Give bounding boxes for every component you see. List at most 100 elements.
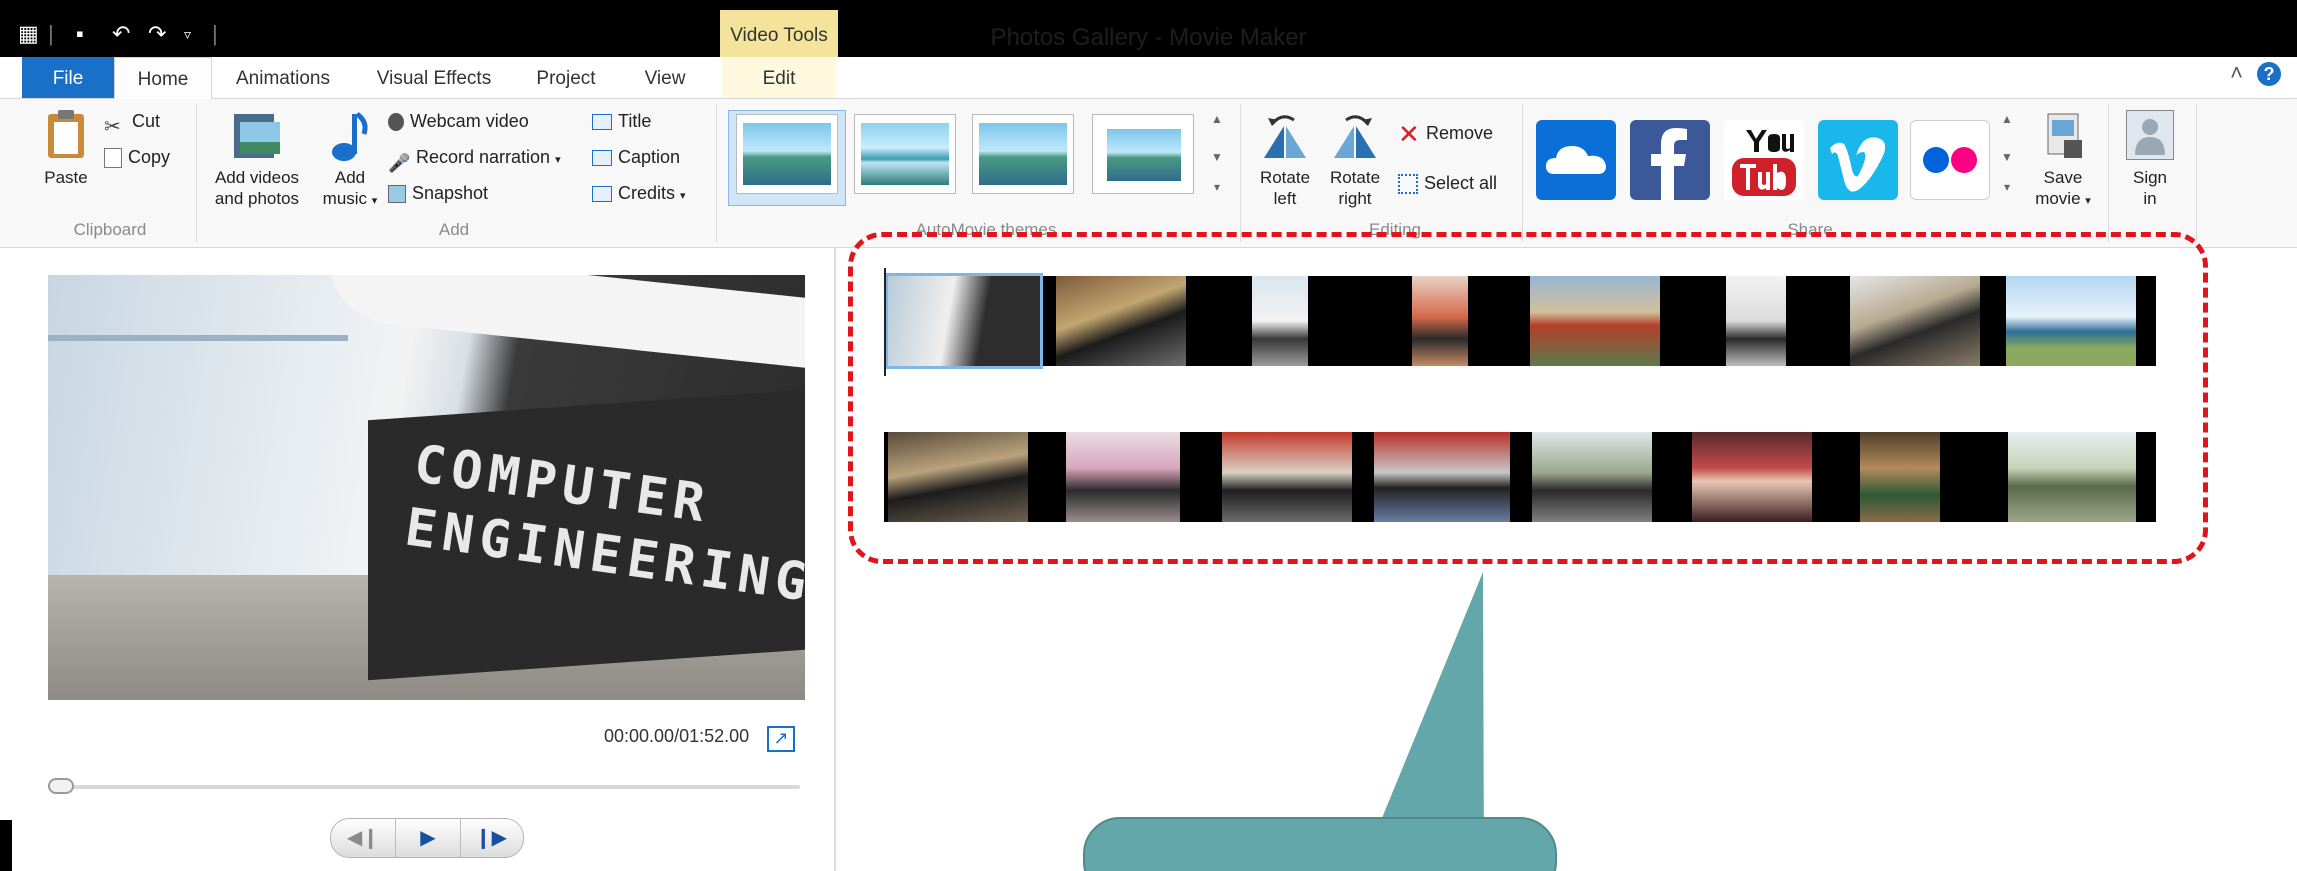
flickr-logo-icon (1923, 147, 1977, 173)
credits-button[interactable]: Credits ▾ (592, 178, 686, 208)
youtube-share-button[interactable] (1724, 120, 1804, 200)
sign-in-label: Sign in (2114, 167, 2186, 209)
scissors-icon: ✂ (104, 116, 121, 139)
add-videos-button[interactable] (232, 110, 282, 162)
add-music-button[interactable] (330, 108, 370, 164)
seek-thumb[interactable] (48, 778, 74, 794)
tab-project[interactable]: Project (524, 57, 608, 98)
onedrive-cloud-icon (1546, 146, 1606, 174)
add-music-line2: music ▾ (314, 188, 386, 212)
theme-default[interactable] (736, 114, 838, 194)
tab-animations[interactable]: Animations (222, 57, 344, 98)
snapshot-icon (388, 185, 406, 204)
remove-button[interactable]: ✕ Remove (1398, 118, 1493, 148)
themes-scroll-up[interactable]: ▲ (1206, 112, 1228, 126)
add-videos-line1: Add videos (214, 168, 300, 187)
caption-button[interactable]: Caption (592, 142, 680, 172)
fullscreen-preview-button[interactable]: ↗ (767, 726, 795, 752)
minimize-ribbon-icon[interactable]: ˄ (2230, 60, 2243, 85)
vimeo-share-button[interactable] (1818, 120, 1898, 200)
tab-edit[interactable]: Edit (722, 57, 836, 98)
preview-ceiling-beam (48, 335, 348, 341)
youtube-logo-icon (1726, 124, 1802, 196)
share-scroll-up[interactable]: ▲ (1996, 112, 2018, 126)
previous-frame-icon: ◀❙ (346, 827, 380, 849)
save-icon[interactable]: ▪ (76, 20, 84, 48)
preview-curved-overhang (328, 275, 805, 373)
sign-in-line1: Sign (2132, 168, 2168, 187)
group-label-clipboard: Clipboard (73, 220, 147, 239)
group-separator (2108, 104, 2109, 242)
tab-view[interactable]: View (628, 57, 702, 98)
webcam-icon (388, 113, 404, 132)
remove-x-icon: ✕ (1398, 119, 1420, 150)
add-music-label: Add music ▾ (314, 167, 386, 212)
share-scroll-down[interactable]: ▼ (1996, 150, 2018, 164)
rotate-left-line2: left (1273, 189, 1297, 208)
callout-annotation (1083, 572, 1557, 871)
facebook-share-button[interactable] (1630, 120, 1710, 200)
previous-frame-button[interactable]: ◀❙ (331, 819, 395, 857)
rotate-left-label: Rotate left (1250, 167, 1320, 209)
themes-scroll-down[interactable]: ▼ (1206, 150, 1228, 164)
next-frame-button[interactable]: ❙▶ (459, 819, 523, 857)
rotate-left-button[interactable] (1258, 112, 1312, 162)
webcam-video-button[interactable]: Webcam video (388, 106, 529, 136)
cut-button[interactable]: ✂ Cut (104, 106, 161, 139)
video-tools-context-label: Video Tools (720, 10, 838, 57)
dropdown-arrow-icon: ▾ (371, 195, 378, 207)
save-movie-line2-text: movie (2035, 189, 2081, 208)
music-note-icon (332, 111, 368, 161)
rotate-right-icon (1334, 115, 1376, 158)
title-button[interactable]: Title (592, 106, 651, 136)
theme-pan-and-zoom[interactable] (1092, 114, 1194, 194)
rotate-right-button[interactable] (1328, 112, 1382, 162)
save-movie-line2: movie ▾ (2024, 188, 2102, 212)
copy-label: Copy (128, 147, 171, 167)
onedrive-share-button[interactable] (1536, 120, 1616, 200)
share-gallery-more[interactable]: ▾ (1996, 180, 2018, 194)
sign-in-button[interactable] (2126, 110, 2174, 160)
redo-icon[interactable]: ↷ (148, 20, 166, 48)
play-icon: ▶ (420, 827, 436, 849)
sign-in-line2: in (2143, 189, 2157, 208)
tab-visual-effects[interactable]: Visual Effects (364, 57, 504, 98)
theme-fade[interactable] (972, 114, 1074, 194)
save-movie-line1: Save (2043, 168, 2083, 187)
title-label: Title (618, 111, 652, 131)
ribbon-tab-bar (0, 57, 2297, 99)
caption-icon (592, 150, 612, 167)
remove-label: Remove (1426, 123, 1494, 143)
flickr-share-button[interactable] (1910, 120, 1990, 200)
record-narration-button[interactable]: 🎤 Record narration ▾ (388, 142, 561, 173)
select-all-icon (1398, 174, 1418, 195)
themes-gallery-more[interactable]: ▾ (1206, 180, 1228, 194)
theme-contemporary[interactable] (854, 114, 956, 194)
select-all-button[interactable]: Select all (1398, 168, 1497, 198)
app-icon[interactable]: ▦ (18, 20, 39, 48)
tab-file[interactable]: File (22, 57, 114, 98)
caption-label: Caption (618, 147, 681, 167)
copy-button[interactable]: Copy (104, 142, 170, 172)
customize-qat-icon[interactable]: ▿ (184, 20, 191, 48)
cut-label: Cut (132, 111, 161, 131)
preview-monitor[interactable]: COMPUTER ENGINEERING (48, 275, 805, 700)
help-icon[interactable]: ? (2257, 62, 2281, 86)
group-separator (2196, 104, 2197, 242)
dropdown-arrow-icon: ▾ (555, 154, 561, 166)
seek-bar[interactable] (48, 785, 800, 789)
paste-button[interactable] (44, 108, 88, 160)
play-button[interactable]: ▶ (395, 819, 461, 857)
snapshot-button[interactable]: Snapshot (388, 178, 488, 208)
undo-icon[interactable]: ↶ (112, 20, 130, 48)
tab-home[interactable]: Home (114, 57, 212, 100)
rotate-right-line1: Rotate (1329, 168, 1381, 187)
title-icon (592, 114, 612, 131)
add-videos-label: Add videos and photos (206, 167, 308, 209)
playback-controls: ◀❙ ▶ ❙▶ (330, 818, 524, 858)
selection-outline-annotation (848, 232, 2208, 564)
save-movie-button[interactable] (2042, 110, 2086, 162)
expand-arrow-icon: ↗ (773, 728, 789, 748)
rotate-right-label: Rotate right (1320, 167, 1390, 209)
group-separator (1522, 104, 1523, 242)
